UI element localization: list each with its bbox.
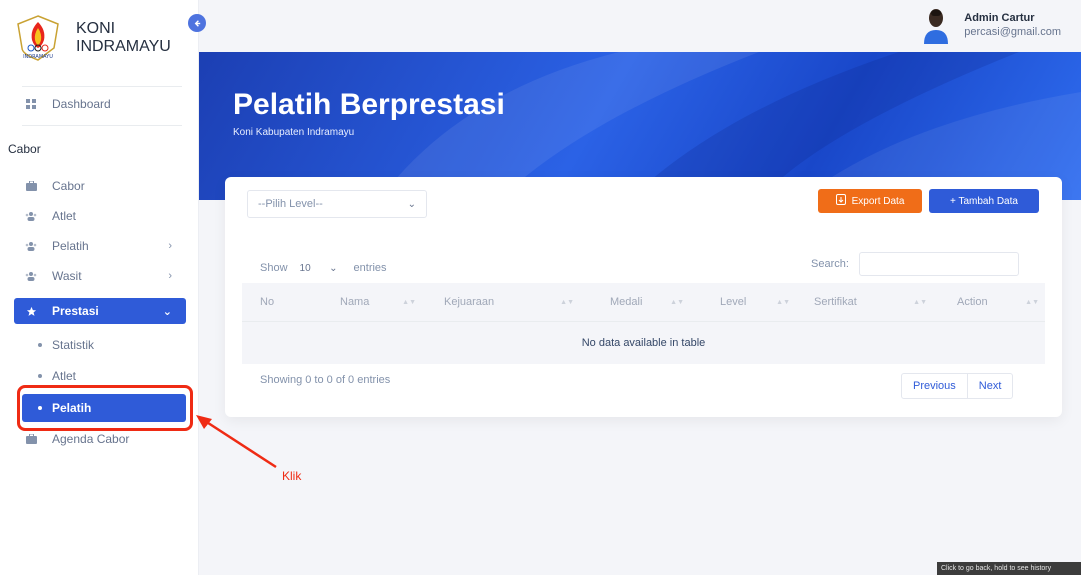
sidebar-item-agenda-cabor[interactable]: Agenda Cabor bbox=[14, 426, 186, 452]
column-header-medali[interactable]: Medali ▲▼ bbox=[580, 283, 690, 321]
sort-icon: ▲▼ bbox=[402, 298, 416, 306]
koni-logo: INDRAMAYU bbox=[14, 14, 62, 62]
column-header-label: Nama bbox=[340, 296, 370, 308]
column-header-sertifikat[interactable]: Sertifikat ▲▼ bbox=[796, 283, 933, 321]
annotation-arrow bbox=[196, 415, 277, 469]
chevron-right-icon: › bbox=[168, 240, 172, 252]
entries-label: entries bbox=[353, 262, 387, 274]
table-header-row: No Nama ▲▼ Kejuaraan ▲▼ Medali ▲▼ Level … bbox=[242, 283, 1045, 321]
next-button[interactable]: Next bbox=[968, 374, 1013, 398]
search-label: Search: bbox=[811, 258, 849, 270]
sidebar-item-cabor[interactable]: Cabor bbox=[14, 173, 186, 199]
arrow-left-icon bbox=[194, 19, 200, 27]
search-control: Search: bbox=[811, 252, 1019, 276]
brand[interactable]: INDRAMAYU KONI INDRAMAYU bbox=[14, 10, 194, 66]
column-header-no[interactable]: No bbox=[242, 283, 314, 321]
page-title: Pelatih Berprestasi bbox=[233, 88, 505, 121]
briefcase-icon bbox=[24, 432, 38, 446]
data-table: No Nama ▲▼ Kejuaraan ▲▼ Medali ▲▼ Level … bbox=[242, 283, 1045, 364]
user-name: Admin Cartur bbox=[964, 11, 1035, 24]
page-subtitle: Koni Kabupaten Indramayu bbox=[233, 127, 355, 138]
sort-icon: ▲▼ bbox=[560, 298, 574, 306]
star-icon bbox=[24, 304, 38, 318]
chevron-down-icon: ⌄ bbox=[407, 198, 416, 210]
users-icon bbox=[24, 269, 38, 283]
sidebar-item-label: Cabor bbox=[52, 179, 85, 193]
column-header-level[interactable]: Level ▲▼ bbox=[690, 283, 796, 321]
length-control: Show 10 ⌄ entries bbox=[260, 257, 387, 279]
users-icon bbox=[24, 239, 38, 253]
sidebar-item-prestasi[interactable]: Prestasi ⌄ bbox=[14, 298, 186, 324]
table-info: Showing 0 to 0 of 0 entries bbox=[260, 374, 391, 386]
table-empty-row: No data available in table bbox=[242, 321, 1045, 364]
column-header-label: Action bbox=[957, 296, 988, 308]
level-select[interactable]: --Pilih Level-- ⌄ bbox=[247, 190, 427, 218]
annotation-highlight-box bbox=[17, 385, 193, 431]
chevron-right-icon: › bbox=[168, 270, 172, 282]
sidebar-item-label: Agenda Cabor bbox=[52, 432, 130, 446]
briefcase-icon bbox=[24, 179, 38, 193]
file-export-icon bbox=[835, 194, 846, 208]
user-info: Admin Cartur percasi@gmail.com bbox=[964, 12, 1061, 39]
chevron-down-icon: ⌄ bbox=[162, 305, 172, 318]
divider bbox=[22, 125, 182, 126]
user-email: percasi@gmail.com bbox=[964, 25, 1061, 38]
column-header-label: No bbox=[260, 296, 275, 308]
annotation-label: Klik bbox=[282, 469, 302, 483]
chevron-down-icon: ⌄ bbox=[329, 262, 338, 274]
topbar: Admin Cartur percasi@gmail.com bbox=[199, 0, 1081, 52]
entries-select[interactable]: 10 ⌄ bbox=[296, 257, 346, 279]
entries-value: 10 bbox=[299, 262, 311, 274]
export-data-button[interactable]: Export Data bbox=[818, 189, 922, 213]
column-header-action[interactable]: Action ▲▼ bbox=[933, 283, 1045, 321]
brand-line1: KONI bbox=[76, 20, 116, 37]
bullet-icon bbox=[38, 374, 42, 378]
bullet-icon bbox=[38, 343, 42, 347]
sidebar-item-label: Wasit bbox=[52, 269, 82, 283]
sidebar-subitem-label: Atlet bbox=[52, 369, 77, 383]
column-header-label: Sertifikat bbox=[814, 296, 857, 308]
sidebar-item-dashboard[interactable]: Dashboard bbox=[14, 91, 186, 117]
grid-icon bbox=[24, 97, 38, 111]
sidebar: INDRAMAYU KONI INDRAMAYU Dashboard Cabor… bbox=[0, 0, 199, 575]
logo-text: INDRAMAYU bbox=[23, 54, 53, 60]
show-label: Show bbox=[260, 262, 288, 274]
sidebar-item-pelatih[interactable]: Pelatih › bbox=[14, 233, 186, 259]
sidebar-item-label: Pelatih bbox=[52, 239, 89, 253]
avatar bbox=[922, 6, 950, 44]
sidebar-item-label: Atlet bbox=[52, 209, 77, 223]
column-header-nama[interactable]: Nama ▲▼ bbox=[314, 283, 422, 321]
sidebar-item-wasit[interactable]: Wasit › bbox=[14, 263, 186, 289]
export-data-label: Export Data bbox=[851, 195, 905, 207]
previous-button[interactable]: Previous bbox=[902, 374, 968, 398]
column-header-label: Level bbox=[720, 296, 747, 308]
sidebar-subitem-statistik[interactable]: Statistik bbox=[14, 331, 186, 359]
sort-icon: ▲▼ bbox=[1025, 298, 1039, 306]
sidebar-item-label: Dashboard bbox=[52, 97, 111, 111]
sidebar-collapse-button[interactable] bbox=[188, 14, 206, 32]
brand-line2: INDRAMAYU bbox=[76, 38, 171, 55]
add-data-label: + Tambah Data bbox=[950, 195, 1018, 207]
column-header-kejuaraan[interactable]: Kejuaraan ▲▼ bbox=[422, 283, 580, 321]
sort-icon: ▲▼ bbox=[776, 298, 790, 306]
browser-back-tooltip: Click to go back, hold to see history bbox=[937, 562, 1081, 575]
column-header-label: Medali bbox=[610, 296, 643, 308]
divider bbox=[22, 86, 182, 87]
data-card: --Pilih Level-- ⌄ Export Data + Tambah D… bbox=[225, 177, 1062, 417]
brand-name: KONI INDRAMAYU bbox=[76, 20, 171, 56]
sidebar-item-atlet[interactable]: Atlet bbox=[14, 203, 186, 229]
sidebar-subitem-label: Statistik bbox=[52, 338, 95, 352]
users-icon bbox=[24, 209, 38, 223]
pagination: Previous Next bbox=[901, 373, 1014, 399]
sidebar-item-label: Prestasi bbox=[52, 304, 99, 318]
level-select-value: --Pilih Level-- bbox=[258, 198, 323, 210]
sort-icon: ▲▼ bbox=[913, 298, 927, 306]
section-title: Cabor bbox=[8, 142, 41, 156]
user-menu[interactable]: Admin Cartur percasi@gmail.com bbox=[922, 6, 1061, 44]
column-header-label: Kejuaraan bbox=[444, 296, 495, 308]
search-input[interactable] bbox=[858, 252, 1019, 276]
sort-icon: ▲▼ bbox=[670, 298, 684, 306]
add-data-button[interactable]: + Tambah Data bbox=[929, 189, 1039, 213]
